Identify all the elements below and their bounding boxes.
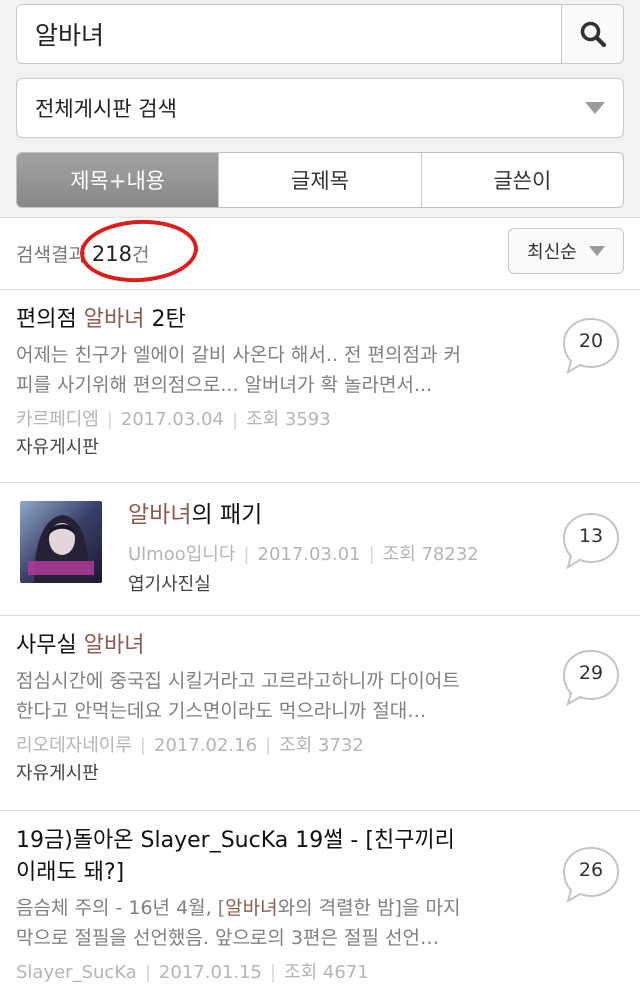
post-date: 2017.02.16 xyxy=(154,735,258,756)
post-title-text: 이래도 돼?] xyxy=(16,860,125,885)
post-title-text: 2탄 xyxy=(144,307,186,332)
post-snippet: 음슴체 주의 - 16년 4월, [알바녀와의 격렬한 밤]을 마지 막으로 절… xyxy=(16,893,556,953)
board-select-label: 전체게시판 검색 xyxy=(35,97,177,121)
comment-count: 20 xyxy=(578,330,604,352)
result-count: 218 xyxy=(91,241,133,266)
post-meta: 리오데자네이루 | 2017.02.16 | 조회 3732 xyxy=(16,735,364,756)
search-panel: 전체게시판 검색 제목+내용 글제목 글쓴이 xyxy=(0,0,640,218)
post-board: 자유게시판 xyxy=(16,437,99,458)
search-button[interactable] xyxy=(561,5,623,63)
post-snippet-line: 음슴체 주의 - 16년 4월, [알바녀와의 격렬한 밤]을 마지 xyxy=(16,893,556,923)
post-title-text: 사무실 xyxy=(16,633,84,658)
post-meta: 카르페디엠 | 2017.03.04 | 조회 3593 xyxy=(16,409,331,430)
post-date: 2017.03.04 xyxy=(120,409,224,430)
post-author: 카르페디엠 xyxy=(16,409,99,430)
search-icon xyxy=(580,21,606,48)
tab-author[interactable]: 글쓴이 xyxy=(420,153,623,207)
result-label: 검색결과 xyxy=(16,244,86,266)
post-snippet: 어제는 친구가 엘에이 갈비 사온다 해서.. 전 편의점과 커 피를 사기위해… xyxy=(16,340,556,400)
post-title-text: 의 패기 xyxy=(191,502,263,528)
list-item[interactable]: 19금)돌아온 Slayer_SucKa 19썰 - [친구끼리 이래도 돼?]… xyxy=(0,811,640,992)
result-unit: 건 xyxy=(132,244,150,266)
post-views: 조회 4671 xyxy=(284,962,369,983)
search-bar xyxy=(16,4,624,64)
post-title: 알바녀의 패기 xyxy=(128,499,624,531)
search-highlight: 알바녀 xyxy=(225,897,278,919)
post-views: 조회 3732 xyxy=(279,735,364,756)
post-board: 자유게시판 xyxy=(16,763,99,784)
list-item[interactable]: 사무실 알바녀 점심시간에 중국집 시킬거라고 고르라고하니까 다이어트 한다고… xyxy=(0,616,640,811)
post-meta: Ulmoo입니다 | 2017.03.01 | 조회 78232 xyxy=(128,544,479,565)
comment-count-badge[interactable]: 20 xyxy=(560,316,622,375)
post-title: 사무실 알바녀 xyxy=(16,630,624,662)
sort-label: 최신순 xyxy=(527,242,577,263)
comment-count-badge[interactable]: 26 xyxy=(560,845,622,904)
list-item[interactable]: 알바녀의 패기 Ulmoo입니다 | 2017.03.01 | 조회 78232 엽기사… xyxy=(0,483,640,616)
post-snippet-line: 어제는 친구가 엘에이 갈비 사온다 해서.. 전 편의점과 커 xyxy=(16,344,461,366)
post-views: 조회 3593 xyxy=(246,409,331,430)
comment-count: 13 xyxy=(578,525,604,547)
search-input[interactable] xyxy=(17,5,561,63)
result-bar: 검색결과 218 건 최신순 xyxy=(0,216,640,290)
post-snippet-text: 음슴체 주의 - 16년 4월, [ xyxy=(16,897,226,919)
post-snippet-line: 피를 사기위해 편의점으로... 알버녀가 확 놀라면서... xyxy=(16,374,433,396)
list-item[interactable]: 편의점 알바녀 2탄 어제는 친구가 엘에이 갈비 사온다 해서.. 전 편의점… xyxy=(0,290,640,483)
board-select[interactable]: 전체게시판 검색 xyxy=(16,78,624,138)
post-views: 조회 78232 xyxy=(382,544,479,565)
tab-title[interactable]: 글제목 xyxy=(218,153,420,207)
search-highlight: 알바녀 xyxy=(83,307,145,332)
search-type-tabs: 제목+내용 글제목 글쓴이 xyxy=(16,152,624,208)
post-title-text: 19금)돌아온 Slayer_SucKa 19썰 - [친구끼리 xyxy=(16,828,455,853)
post-snippet-text: 와의 격렬한 밤]을 마지 xyxy=(277,897,461,919)
comment-count: 26 xyxy=(578,859,604,881)
post-date: 2017.03.01 xyxy=(257,544,361,565)
comment-count: 29 xyxy=(578,662,604,684)
post-snippet-line: 한다고 안먹는데요 기스면이라도 먹으라니까 절대… xyxy=(16,700,427,722)
post-snippet-line: 막으로 절필을 선언했음. 앞으로의 3편은 절필 선언… xyxy=(16,927,439,949)
dropdown-triangle-icon xyxy=(585,102,605,114)
post-thumbnail xyxy=(20,501,102,583)
sort-dropdown[interactable]: 최신순 xyxy=(508,228,624,274)
post-snippet: 점심시간에 중국집 시킬거라고 고르라고하니까 다이어트 한다고 안먹는데요 기… xyxy=(16,666,556,726)
search-highlight: 알바녀 xyxy=(83,633,145,658)
comment-count-badge[interactable]: 29 xyxy=(560,648,622,707)
post-title-text: 편의점 xyxy=(16,307,84,332)
post-meta: Slayer_SucKa | 2017.01.15 | 조회 4671 xyxy=(16,962,369,983)
post-title: 19금)돌아온 Slayer_SucKa 19썰 - [친구끼리 이래도 돼?] xyxy=(16,825,556,889)
search-highlight: 알바녀 xyxy=(128,502,192,528)
post-title: 편의점 알바녀 2탄 xyxy=(16,304,624,336)
post-board: 엽기사진실 xyxy=(128,574,211,595)
post-author: 리오데자네이루 xyxy=(16,735,132,756)
post-author: Slayer_SucKa xyxy=(16,962,137,983)
comment-count-badge[interactable]: 13 xyxy=(560,511,622,570)
post-date: 2017.01.15 xyxy=(158,962,262,983)
dropdown-triangle-icon xyxy=(588,246,605,256)
post-snippet-line: 점심시간에 중국집 시킬거라고 고르라고하니까 다이어트 xyxy=(16,670,460,692)
tab-title-content[interactable]: 제목+내용 xyxy=(17,153,219,207)
post-author: Ulmoo입니다 xyxy=(128,544,236,565)
